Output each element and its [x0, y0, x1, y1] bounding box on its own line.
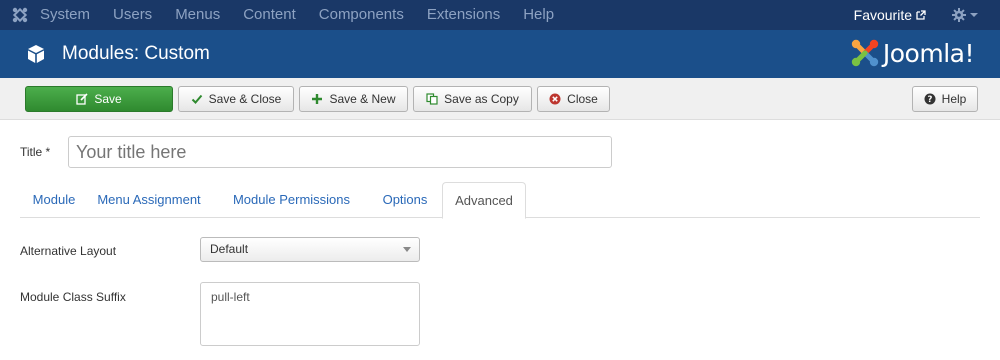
top-menu-bar: System Users Menus Content Components Ex…: [0, 0, 1000, 30]
joomla-logo: Joomla!: [850, 38, 975, 68]
alternative-layout-select[interactable]: Default: [200, 237, 420, 262]
tab-advanced[interactable]: Advanced: [442, 182, 526, 219]
menu-users[interactable]: Users: [113, 0, 152, 30]
joomla-logo-icon: [851, 39, 879, 67]
title-label: Title *: [20, 145, 51, 159]
cube-icon: [26, 44, 48, 64]
dropdown-arrow-icon: [403, 247, 411, 252]
plus-icon: [312, 94, 323, 104]
check-icon: [191, 94, 202, 104]
tab-menu-assignment[interactable]: Menu Assignment: [90, 182, 208, 218]
save-new-button[interactable]: Save & New: [299, 86, 408, 112]
menu-system[interactable]: System: [40, 0, 90, 30]
close-button[interactable]: Close: [537, 86, 610, 112]
chevron-down-icon: [970, 13, 978, 17]
menu-content[interactable]: Content: [243, 0, 296, 30]
page-header: Modules: Custom Joomla!: [0, 30, 1000, 78]
module-class-suffix-label: Module Class Suffix: [20, 290, 126, 304]
save-new-label: Save & New: [329, 92, 396, 106]
save-close-label: Save & Close: [208, 92, 282, 106]
module-class-suffix-field[interactable]: pull-left: [200, 282, 420, 346]
toolbar: Save Save & Close Save & New Save as Cop…: [0, 78, 1000, 120]
tab-module[interactable]: Module: [20, 182, 88, 218]
menu-menus[interactable]: Menus: [175, 0, 220, 30]
joomla-small-logo-icon[interactable]: [0, 0, 40, 30]
help-button[interactable]: ? Help: [912, 86, 978, 112]
menu-extensions[interactable]: Extensions: [427, 0, 500, 30]
alternative-layout-label: Alternative Layout: [20, 244, 117, 258]
save-close-button[interactable]: Save & Close: [178, 86, 294, 112]
close-icon: [549, 93, 561, 105]
menu-help[interactable]: Help: [523, 0, 554, 30]
favourite-label: Favourite: [853, 7, 912, 23]
save-label: Save: [94, 92, 122, 106]
save-button[interactable]: Save: [25, 86, 173, 112]
question-icon: ?: [924, 93, 936, 105]
tab-bar: Module Menu Assignment Module Permission…: [20, 182, 980, 219]
tab-module-permissions[interactable]: Module Permissions: [223, 182, 360, 218]
tab-options[interactable]: Options: [375, 182, 435, 218]
close-label: Close: [567, 92, 598, 106]
favourite-link[interactable]: Favourite: [854, 7, 926, 23]
save-copy-button[interactable]: Save as Copy: [413, 86, 532, 112]
user-settings-menu[interactable]: [952, 8, 978, 22]
title-input[interactable]: [68, 136, 612, 168]
alternative-layout-value: Default: [210, 242, 249, 256]
menu-components[interactable]: Components: [319, 0, 404, 30]
edit-icon: [76, 93, 88, 105]
gear-icon: [952, 8, 966, 22]
save-copy-label: Save as Copy: [444, 92, 519, 106]
page-title: Modules: Custom: [62, 43, 210, 64]
copy-icon: [426, 93, 438, 105]
svg-text:?: ?: [927, 95, 932, 105]
joomla-wordmark: Joomla!: [882, 38, 975, 68]
help-label: Help: [941, 92, 967, 106]
external-link-icon: [916, 10, 926, 20]
